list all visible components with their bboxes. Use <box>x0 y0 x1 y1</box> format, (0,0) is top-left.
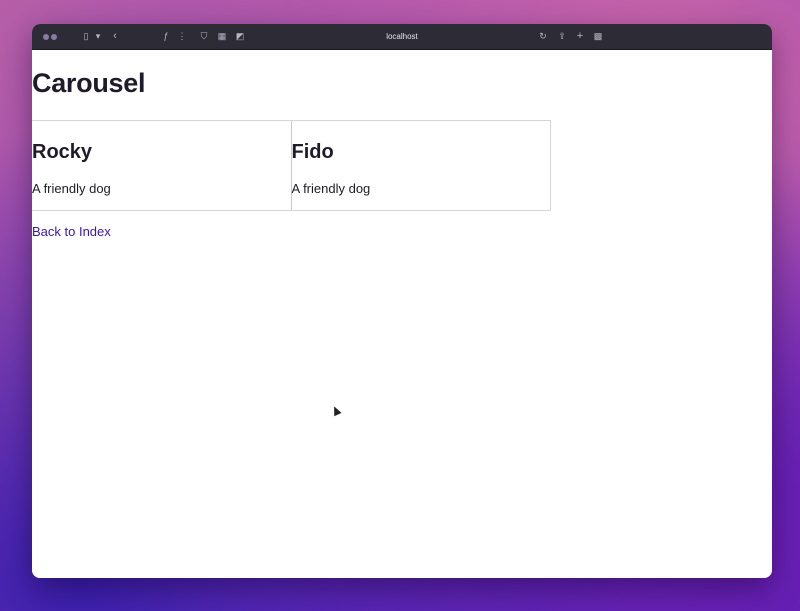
card-title: Fido <box>291 141 334 163</box>
carousel[interactable]: Rocky A friendly dog Fido A friendly dog <box>32 120 551 211</box>
tab-overview-icon[interactable]: ▩ <box>592 24 604 49</box>
shield-icon[interactable]: ⛉ <box>198 24 210 49</box>
close-dot-icon[interactable] <box>43 33 49 40</box>
carousel-card[interactable]: Fido A friendly dog <box>290 121 551 210</box>
chevron-down-icon[interactable]: ▾ <box>94 24 102 49</box>
desktop-wallpaper: ▯ ▾ ‹ ƒ ⋮ ⛉ ▦ ◩ localhost ↻ ⇪ + ▩ Carous… <box>0 0 800 611</box>
address-bar[interactable]: localhost <box>332 24 472 49</box>
card-description: A friendly dog <box>32 181 111 196</box>
back-icon[interactable]: ‹ <box>110 24 120 49</box>
traffic-lights[interactable] <box>40 24 62 49</box>
page-title: Carousel <box>32 68 146 98</box>
back-to-index-link[interactable]: Back to Index <box>32 224 111 239</box>
extension-icon[interactable]: ƒ <box>160 24 172 49</box>
sidebar-icon[interactable]: ▯ <box>80 24 92 49</box>
carousel-card[interactable]: Rocky A friendly dog <box>32 121 291 210</box>
share-icon[interactable]: ⇪ <box>556 24 568 49</box>
mouse-cursor-icon <box>330 404 342 417</box>
new-tab-icon[interactable]: + <box>574 24 586 49</box>
more-icon[interactable]: ⋮ <box>178 24 187 49</box>
tab-icon[interactable]: ◩ <box>234 24 246 49</box>
minimize-dot-icon[interactable] <box>51 33 57 40</box>
page-content: Carousel Rocky A friendly dog Fido A fri… <box>32 50 772 578</box>
reload-icon[interactable]: ↻ <box>538 24 548 49</box>
card-description: A friendly dog <box>291 181 371 196</box>
browser-toolbar: ▯ ▾ ‹ ƒ ⋮ ⛉ ▦ ◩ localhost ↻ ⇪ + ▩ <box>32 24 772 50</box>
browser-window: ▯ ▾ ‹ ƒ ⋮ ⛉ ▦ ◩ localhost ↻ ⇪ + ▩ Carous… <box>32 24 772 578</box>
card-title: Rocky <box>32 141 93 163</box>
grid-icon[interactable]: ▦ <box>216 24 228 49</box>
